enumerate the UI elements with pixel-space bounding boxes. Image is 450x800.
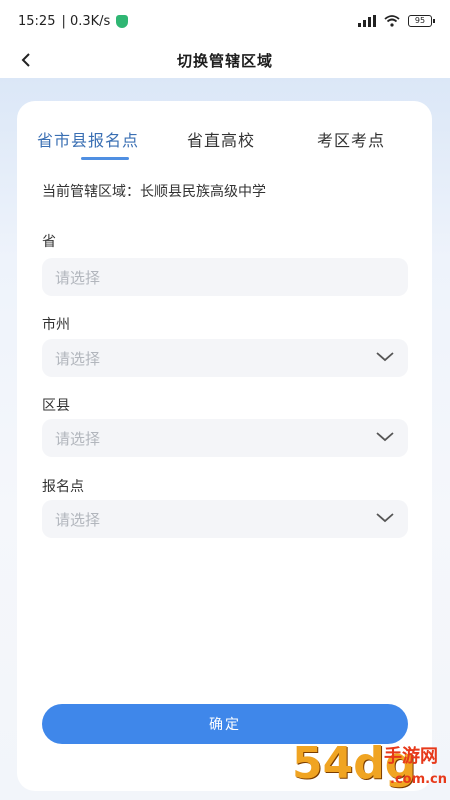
chevron-down-icon <box>376 352 394 362</box>
status-right: 95 <box>358 15 435 27</box>
province-label: 省 <box>42 234 56 250</box>
tab-exam-site[interactable]: 考区考点 <box>317 127 385 151</box>
registration-point-label: 报名点 <box>42 479 84 495</box>
chevron-down-icon <box>376 432 394 442</box>
tab-county-registration[interactable]: 省市县报名点 <box>37 127 139 151</box>
chevron-left-icon <box>21 53 30 67</box>
city-select[interactable]: 请选择 <box>42 339 408 377</box>
tab-bar: 省市县报名点 省直高校 考区考点 <box>17 127 432 167</box>
district-placeholder: 请选择 <box>55 429 101 448</box>
watermark-domain: .com.cn <box>390 772 448 787</box>
back-button[interactable] <box>12 46 40 74</box>
watermark-name: 手游网 <box>384 746 438 767</box>
network-speed: | 0.3K/s <box>61 13 111 29</box>
site-watermark: 54dg 手游网 .com.cn <box>292 738 447 798</box>
status-time: 15:25 <box>18 13 56 29</box>
current-area-text: 当前管辖区域：长顺县民族高级中学 <box>42 184 266 200</box>
district-select[interactable]: 请选择 <box>42 419 408 457</box>
district-label: 区县 <box>42 398 70 414</box>
signal-icon <box>358 15 376 27</box>
chevron-down-icon <box>376 513 394 523</box>
province-placeholder: 请选择 <box>55 268 101 287</box>
wifi-icon <box>384 15 400 27</box>
nav-bar: 切换管辖区域 <box>0 42 450 78</box>
city-placeholder: 请选择 <box>55 349 101 368</box>
tab-active-indicator <box>81 157 129 160</box>
registration-point-select[interactable]: 请选择 <box>42 500 408 538</box>
form-card: 省市县报名点 省直高校 考区考点 当前管辖区域：长顺县民族高级中学 省 请选择 … <box>17 101 432 791</box>
page-title: 切换管辖区域 <box>176 51 273 70</box>
battery-icon: 95 <box>408 15 435 27</box>
registration-point-placeholder: 请选择 <box>55 510 101 529</box>
status-left: 15:25 | 0.3K/s <box>18 13 129 29</box>
shield-icon <box>116 14 129 28</box>
province-select[interactable]: 请选择 <box>42 258 408 296</box>
tab-provincial-university[interactable]: 省直高校 <box>187 127 255 151</box>
status-bar: 15:25 | 0.3K/s 95 <box>0 0 450 42</box>
city-label: 市州 <box>42 317 70 333</box>
